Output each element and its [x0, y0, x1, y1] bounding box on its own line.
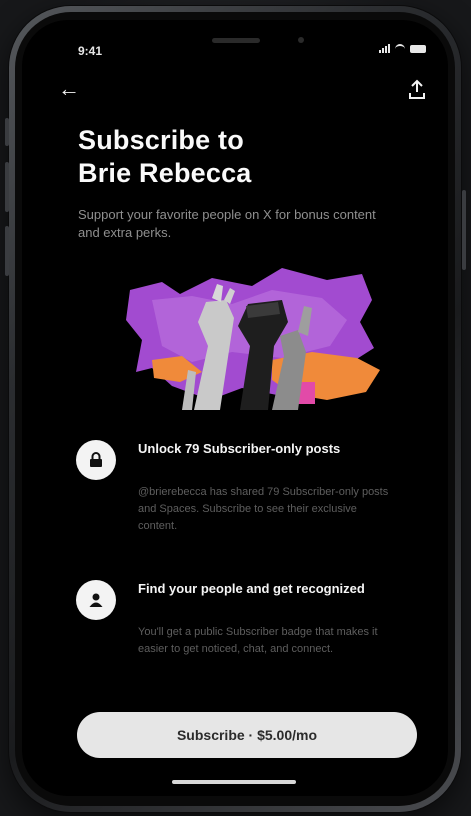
person-icon [76, 580, 116, 620]
feature-title: Unlock 79 Subscriber-only posts [138, 441, 341, 456]
power-button [462, 190, 466, 270]
battery-icon [410, 45, 426, 53]
wifi-icon [395, 44, 405, 53]
status-icons [379, 44, 426, 53]
status-time: 9:41 [78, 44, 103, 58]
page-title: Subscribe to Brie Rebecca [78, 124, 398, 190]
volume-up-button [5, 118, 9, 146]
subscribe-button[interactable]: Subscribe · $5.00/mo [77, 712, 417, 758]
title-line-1: Subscribe to [78, 125, 244, 155]
device-mockup: 9:41 ← Subscribe to Brie Rebecca Support… [0, 0, 471, 816]
page-subtitle: Support your favorite people on X for bo… [78, 207, 376, 240]
subscribe-illustration [122, 260, 402, 420]
speaker-grille [212, 38, 260, 43]
home-indicator [172, 780, 296, 784]
screen: 9:41 ← Subscribe to Brie Rebecca Support… [22, 20, 448, 796]
feature-title: Find your people and get recognized [138, 581, 365, 596]
status-bar: 9:41 [22, 20, 448, 74]
volume-down-button [5, 162, 9, 212]
feature-description: You'll get a public Subscriber badge tha… [138, 626, 378, 655]
back-arrow-icon[interactable]: ← [58, 78, 80, 100]
lock-icon [76, 440, 116, 480]
title-line-2: Brie Rebecca [78, 158, 252, 188]
front-camera [298, 37, 304, 43]
feature-description: @brierebecca has shared 79 Subscriber-on… [138, 486, 389, 532]
signal-icon [379, 44, 390, 53]
volume-button [5, 226, 9, 276]
share-icon[interactable] [406, 78, 428, 102]
